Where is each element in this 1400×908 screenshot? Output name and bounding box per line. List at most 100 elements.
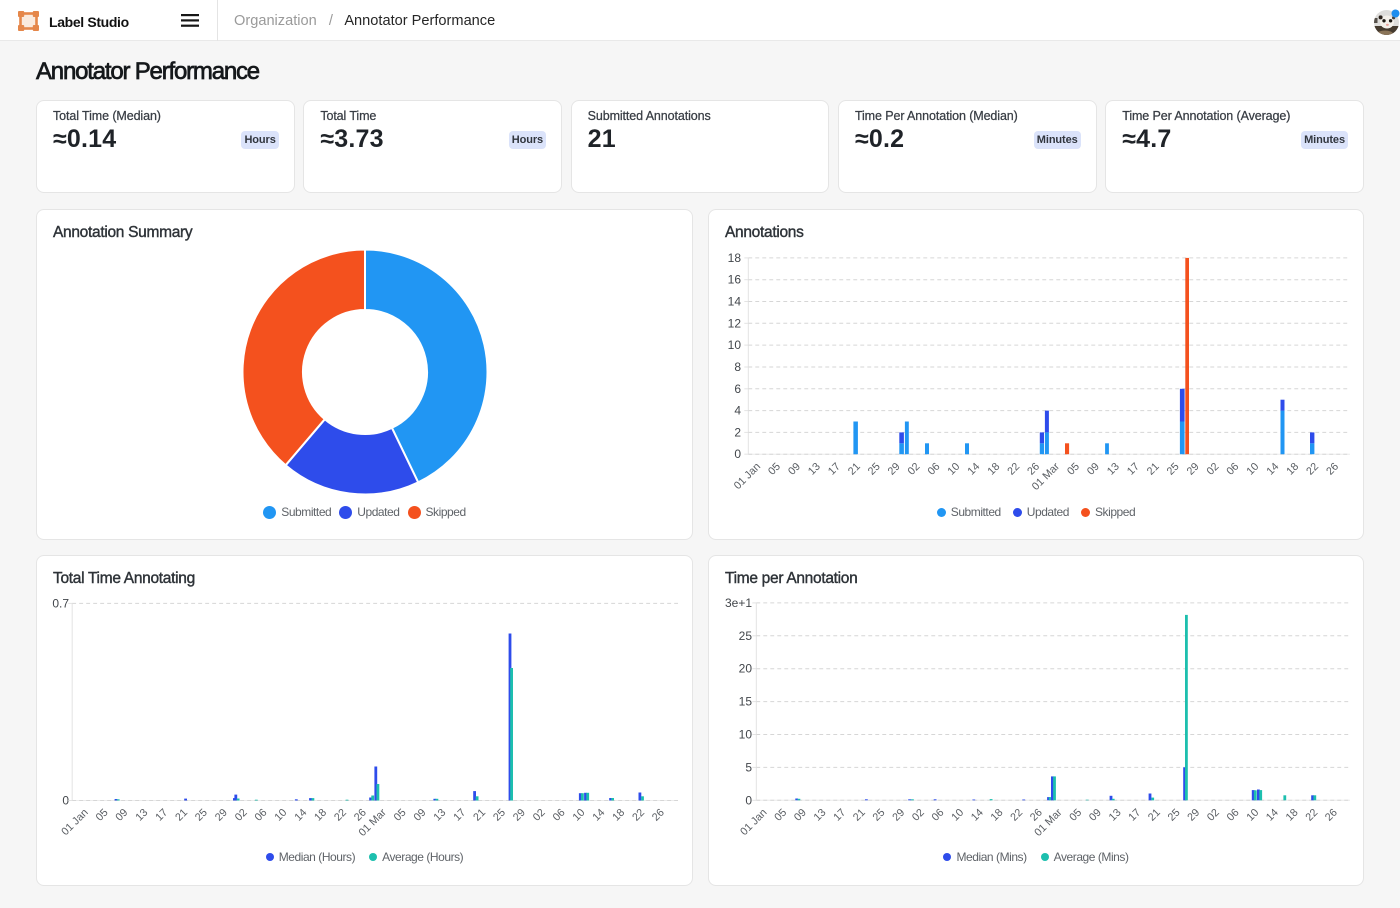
svg-text:16: 16 (728, 273, 742, 287)
svg-text:18: 18 (1284, 461, 1301, 478)
svg-text:05: 05 (1065, 461, 1082, 478)
svg-text:17: 17 (1125, 461, 1142, 478)
svg-text:17: 17 (1126, 807, 1143, 824)
svg-text:8: 8 (734, 360, 741, 374)
svg-text:29: 29 (511, 807, 528, 824)
svg-text:18: 18 (989, 807, 1006, 824)
svg-text:05: 05 (94, 807, 111, 824)
svg-text:18: 18 (312, 807, 329, 824)
svg-text:10: 10 (272, 807, 289, 824)
svg-text:22: 22 (1304, 461, 1321, 478)
svg-text:12: 12 (728, 316, 742, 330)
svg-text:06: 06 (253, 807, 270, 824)
svg-text:13: 13 (1105, 461, 1122, 478)
svg-text:10: 10 (1244, 807, 1261, 824)
svg-text:14: 14 (969, 807, 986, 824)
svg-text:22: 22 (1008, 807, 1025, 824)
svg-text:25: 25 (866, 461, 883, 478)
svg-text:21: 21 (846, 461, 863, 478)
svg-text:25: 25 (491, 807, 508, 824)
svg-text:09: 09 (412, 807, 429, 824)
svg-text:09: 09 (113, 807, 130, 824)
svg-text:21: 21 (851, 807, 868, 824)
svg-text:02: 02 (906, 461, 923, 478)
svg-text:21: 21 (1146, 807, 1163, 824)
svg-text:25: 25 (1165, 461, 1182, 478)
svg-text:25: 25 (871, 807, 888, 824)
svg-text:01 Jan: 01 Jan (738, 807, 769, 838)
svg-text:17: 17 (153, 807, 170, 824)
svg-text:21: 21 (173, 807, 190, 824)
svg-text:20: 20 (739, 662, 753, 676)
svg-text:17: 17 (826, 461, 843, 478)
svg-text:29: 29 (1185, 807, 1202, 824)
svg-text:09: 09 (1085, 461, 1102, 478)
svg-text:01 Jan: 01 Jan (59, 807, 90, 838)
svg-text:02: 02 (233, 807, 250, 824)
svg-text:13: 13 (812, 807, 829, 824)
svg-text:02: 02 (1205, 461, 1222, 478)
svg-text:06: 06 (1224, 461, 1241, 478)
svg-text:22: 22 (332, 807, 349, 824)
svg-text:06: 06 (1225, 807, 1242, 824)
svg-text:25: 25 (1166, 807, 1183, 824)
svg-text:2: 2 (734, 425, 741, 439)
svg-text:25: 25 (739, 629, 753, 643)
svg-text:10: 10 (739, 728, 753, 742)
svg-text:4: 4 (734, 404, 741, 418)
svg-text:0: 0 (734, 447, 741, 461)
svg-text:18: 18 (610, 807, 627, 824)
svg-text:13: 13 (806, 461, 823, 478)
svg-text:06: 06 (551, 807, 568, 824)
svg-text:02: 02 (910, 807, 927, 824)
svg-text:13: 13 (431, 807, 448, 824)
svg-text:10: 10 (571, 807, 588, 824)
svg-text:14: 14 (965, 461, 982, 478)
svg-text:17: 17 (831, 807, 848, 824)
svg-text:25: 25 (193, 807, 210, 824)
svg-text:17: 17 (451, 807, 468, 824)
svg-text:01 Jan: 01 Jan (732, 461, 763, 492)
svg-text:14: 14 (590, 807, 607, 824)
svg-text:09: 09 (786, 461, 803, 478)
svg-text:0.7: 0.7 (52, 596, 69, 610)
svg-text:06: 06 (930, 807, 947, 824)
svg-text:14: 14 (728, 295, 742, 309)
svg-text:05: 05 (1067, 807, 1084, 824)
svg-text:18: 18 (985, 461, 1002, 478)
svg-text:21: 21 (471, 807, 488, 824)
svg-text:22: 22 (1005, 461, 1022, 478)
svg-text:02: 02 (1205, 807, 1222, 824)
svg-text:09: 09 (792, 807, 809, 824)
svg-text:10: 10 (949, 807, 966, 824)
svg-text:3e+1: 3e+1 (725, 596, 752, 610)
svg-text:29: 29 (1185, 461, 1202, 478)
svg-text:10: 10 (728, 338, 742, 352)
svg-text:5: 5 (745, 760, 752, 774)
svg-text:15: 15 (739, 695, 753, 709)
svg-text:22: 22 (630, 807, 647, 824)
svg-text:10: 10 (1244, 461, 1261, 478)
svg-text:21: 21 (1145, 461, 1162, 478)
svg-text:6: 6 (734, 382, 741, 396)
svg-text:0: 0 (745, 793, 752, 807)
svg-text:14: 14 (292, 807, 309, 824)
svg-text:14: 14 (1264, 807, 1281, 824)
svg-text:29: 29 (886, 461, 903, 478)
svg-text:10: 10 (945, 461, 962, 478)
svg-text:06: 06 (926, 461, 943, 478)
svg-text:09: 09 (1087, 807, 1104, 824)
svg-text:02: 02 (531, 807, 548, 824)
svg-text:05: 05 (772, 807, 789, 824)
svg-text:22: 22 (1303, 807, 1320, 824)
svg-text:13: 13 (133, 807, 150, 824)
svg-text:26: 26 (1324, 461, 1341, 478)
svg-text:18: 18 (1284, 807, 1301, 824)
svg-text:26: 26 (650, 807, 667, 824)
svg-text:05: 05 (766, 461, 783, 478)
svg-text:26: 26 (1323, 807, 1340, 824)
svg-text:05: 05 (392, 807, 409, 824)
svg-text:29: 29 (213, 807, 230, 824)
svg-text:14: 14 (1264, 461, 1281, 478)
svg-text:13: 13 (1107, 807, 1124, 824)
